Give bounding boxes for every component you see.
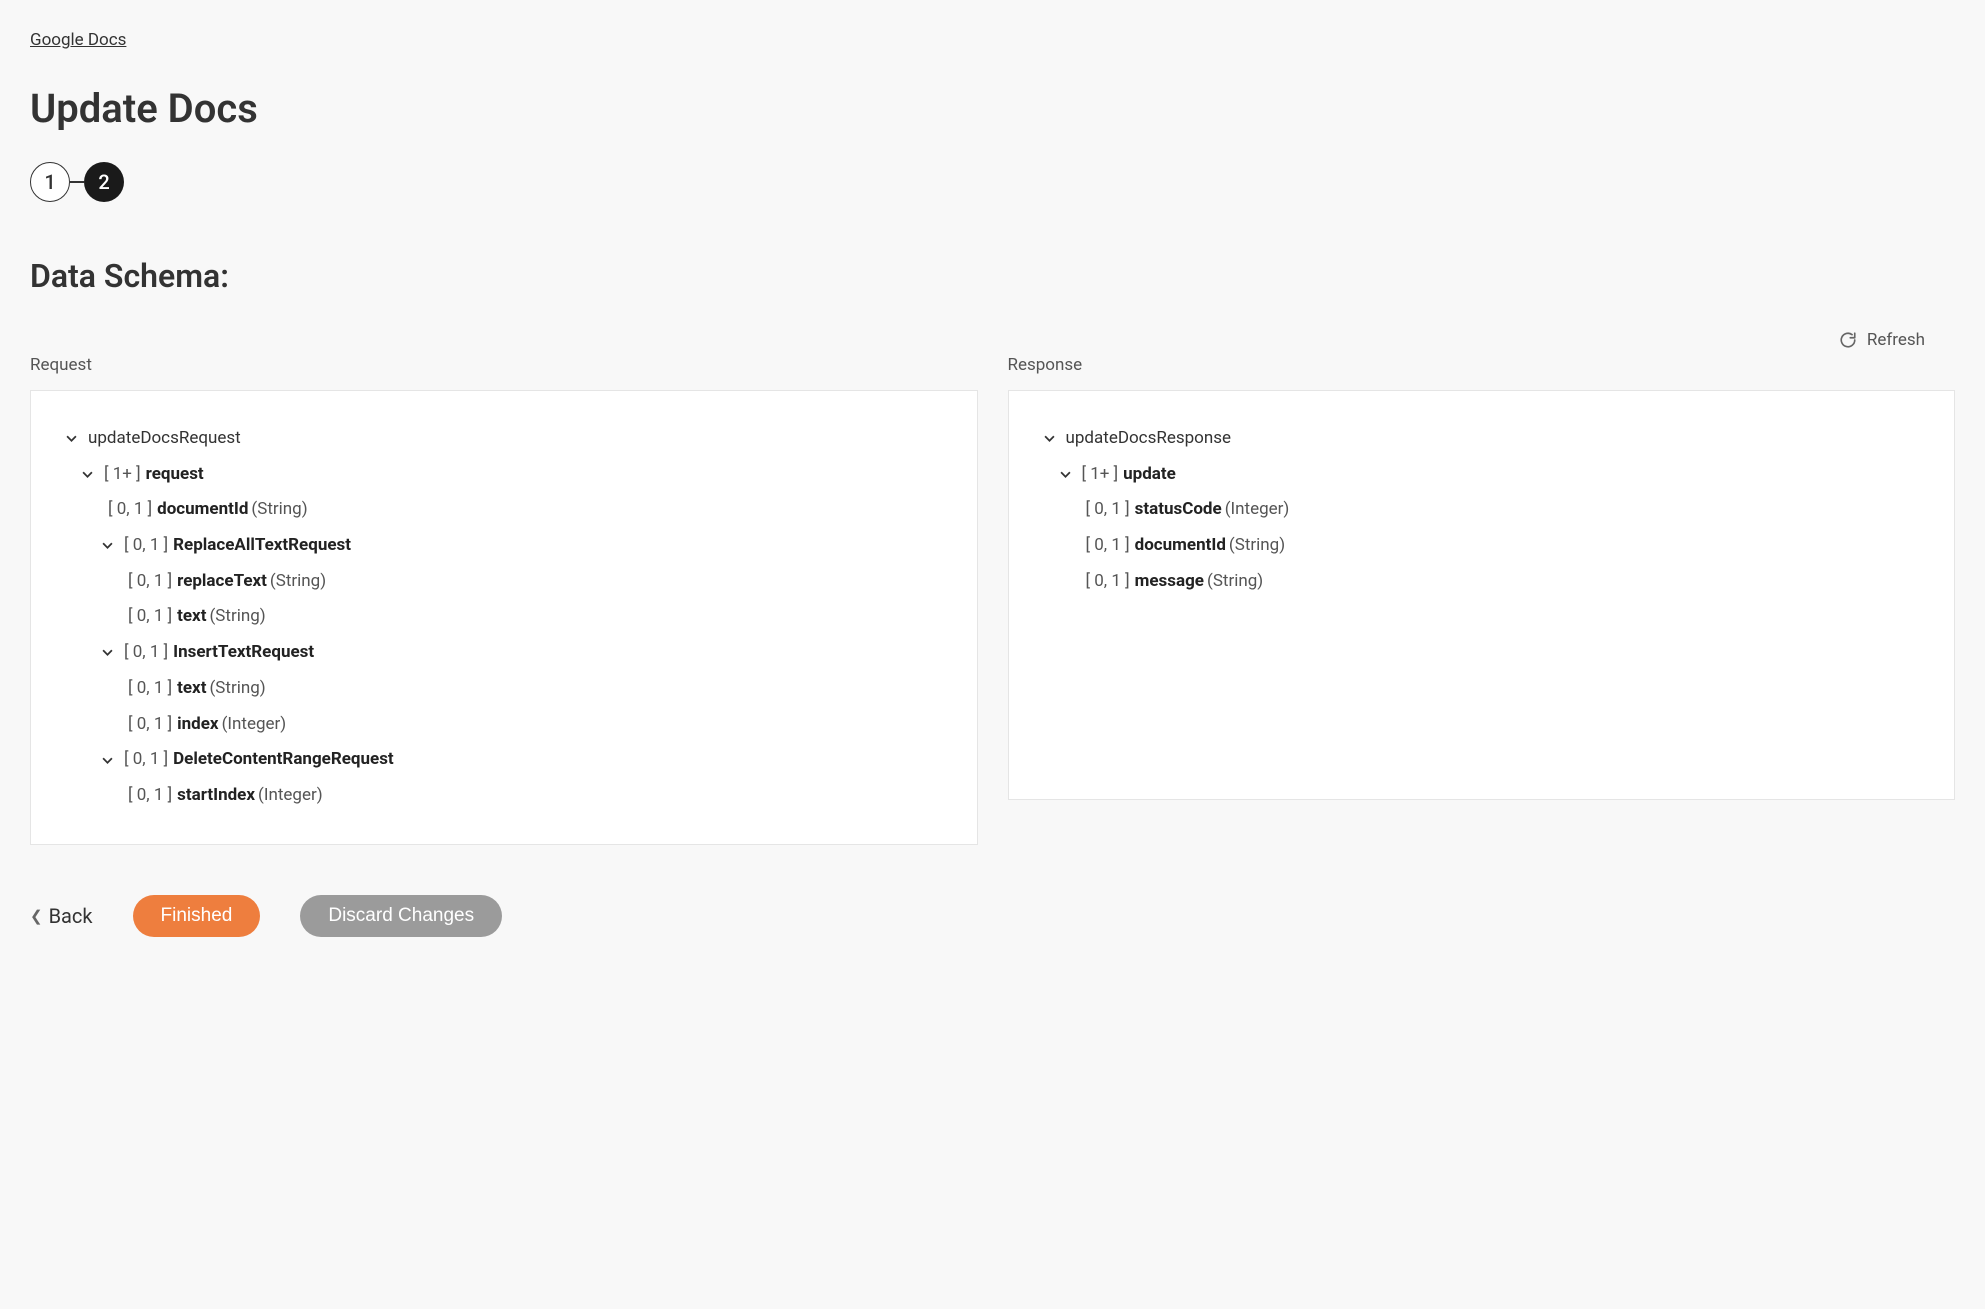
cardinality: [ 0, 1 ] <box>1086 528 1130 564</box>
breadcrumb-link[interactable]: Google Docs <box>30 30 126 50</box>
cardinality: [ 0, 1 ] <box>124 742 168 778</box>
refresh-button[interactable]: Refresh <box>1839 330 1925 350</box>
response-column: Response updateDocsResponse [ 1+ ] updat… <box>1008 355 1956 845</box>
cardinality: [ 0, 1 ] <box>128 564 172 600</box>
field-name: ReplaceAllTextRequest <box>173 528 351 564</box>
tree-node-label: updateDocsResponse <box>1066 421 1232 457</box>
response-panel: updateDocsResponse [ 1+ ] update [ 0, 1 … <box>1008 390 1956 800</box>
tree-leaf: [ 0, 1 ] index (Integer) <box>66 707 942 743</box>
request-panel: updateDocsRequest [ 1+ ] request [ 0, 1 … <box>30 390 978 845</box>
cardinality: [ 0, 1 ] <box>128 778 172 814</box>
finished-button[interactable]: Finished <box>133 895 261 937</box>
chevron-down-icon[interactable] <box>102 647 118 658</box>
refresh-label: Refresh <box>1867 330 1925 350</box>
tree-leaf: [ 0, 1 ] message (String) <box>1044 564 1920 600</box>
field-type: (Integer) <box>222 707 287 743</box>
stepper: 1 2 <box>30 162 1955 202</box>
page-title: Update Docs <box>30 85 1955 132</box>
field-name: DeleteContentRangeRequest <box>173 742 394 778</box>
tree-root: updateDocsResponse <box>1044 421 1920 457</box>
field-type: (Integer) <box>1225 492 1290 528</box>
cardinality: [ 0, 1 ] <box>1086 564 1130 600</box>
tree-leaf: [ 0, 1 ] statusCode (Integer) <box>1044 492 1920 528</box>
chevron-down-icon[interactable] <box>1060 469 1076 480</box>
field-name: documentId <box>157 492 248 528</box>
step-connector <box>70 181 84 183</box>
field-type: (Integer) <box>258 778 323 814</box>
field-name: text <box>177 599 206 635</box>
field-type: (String) <box>1207 564 1263 600</box>
field-name: request <box>146 457 204 493</box>
tree-root: updateDocsRequest <box>66 421 942 457</box>
field-type: (String) <box>209 599 265 635</box>
field-type: (String) <box>270 564 326 600</box>
field-name: text <box>177 671 206 707</box>
chevron-down-icon[interactable] <box>102 755 118 766</box>
chevron-down-icon[interactable] <box>66 433 82 444</box>
cardinality: [ 0, 1 ] <box>128 707 172 743</box>
chevron-down-icon[interactable] <box>1044 433 1060 444</box>
field-name: index <box>177 707 218 743</box>
tree-leaf: [ 0, 1 ] startIndex (Integer) <box>66 778 942 814</box>
tree-node: [ 1+ ] update <box>1044 457 1920 493</box>
cardinality: [ 0, 1 ] <box>128 599 172 635</box>
field-name: documentId <box>1135 528 1226 564</box>
refresh-icon <box>1839 331 1857 349</box>
tree-leaf: [ 0, 1 ] text (String) <box>66 599 942 635</box>
tree-node: [ 0, 1 ] ReplaceAllTextRequest <box>66 528 942 564</box>
tree-leaf: [ 0, 1 ] documentId (String) <box>66 492 942 528</box>
cardinality: [ 0, 1 ] <box>1086 492 1130 528</box>
cardinality: [ 1+ ] <box>1082 457 1119 493</box>
section-title: Data Schema: <box>30 257 1955 295</box>
tree-node: [ 0, 1 ] DeleteContentRangeRequest <box>66 742 942 778</box>
field-name: replaceText <box>177 564 267 600</box>
tree-leaf: [ 0, 1 ] documentId (String) <box>1044 528 1920 564</box>
field-name: message <box>1135 564 1204 600</box>
cardinality: [ 0, 1 ] <box>124 635 168 671</box>
discard-changes-button[interactable]: Discard Changes <box>300 895 502 937</box>
field-type: (String) <box>251 492 307 528</box>
chevron-down-icon[interactable] <box>82 469 98 480</box>
field-name: startIndex <box>177 778 255 814</box>
tree-node: [ 1+ ] request <box>66 457 942 493</box>
request-column: Request updateDocsRequest [ 1+ ] request… <box>30 355 978 845</box>
back-link[interactable]: ❮ Back <box>30 904 93 928</box>
field-name: update <box>1123 457 1176 493</box>
tree-leaf: [ 0, 1 ] text (String) <box>66 671 942 707</box>
chevron-down-icon[interactable] <box>102 540 118 551</box>
footer-actions: ❮ Back Finished Discard Changes <box>30 895 1955 937</box>
step-1[interactable]: 1 <box>30 162 70 202</box>
field-name: InsertTextRequest <box>173 635 314 671</box>
tree-node-label: updateDocsRequest <box>88 421 241 457</box>
tree-leaf: [ 0, 1 ] replaceText (String) <box>66 564 942 600</box>
cardinality: [ 1+ ] <box>104 457 141 493</box>
cardinality: [ 0, 1 ] <box>124 528 168 564</box>
cardinality: [ 0, 1 ] <box>128 671 172 707</box>
back-label: Back <box>49 904 93 928</box>
request-label: Request <box>30 355 978 375</box>
field-type: (String) <box>1229 528 1285 564</box>
response-label: Response <box>1008 355 1956 375</box>
step-2[interactable]: 2 <box>84 162 124 202</box>
chevron-left-icon: ❮ <box>30 907 43 925</box>
field-type: (String) <box>209 671 265 707</box>
field-name: statusCode <box>1135 492 1222 528</box>
tree-node: [ 0, 1 ] InsertTextRequest <box>66 635 942 671</box>
cardinality: [ 0, 1 ] <box>108 492 152 528</box>
